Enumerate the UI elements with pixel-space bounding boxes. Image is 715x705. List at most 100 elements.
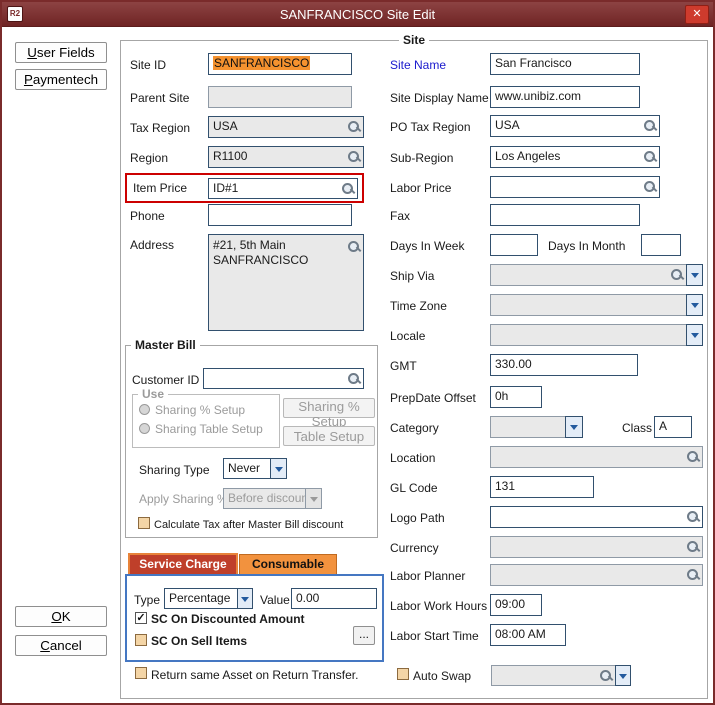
sc-sell-items-ellipsis-button[interactable]: ... [353, 626, 375, 645]
prepdate-offset-input[interactable]: 0h [490, 386, 542, 408]
address-value: #21, 5th Main SANFRANCISCO [213, 235, 308, 268]
address-lookup-magnifier-icon[interactable] [348, 241, 360, 253]
ship-via-lookup-magnifier-icon [671, 269, 683, 281]
site-display-name-label: Site Display Name [390, 91, 489, 105]
auto-swap-lookup-magnifier-icon [600, 670, 612, 682]
sc-type-select[interactable]: Percentage [164, 588, 238, 609]
logo-path-lookup-magnifier-icon[interactable] [687, 511, 699, 523]
logo-path-input[interactable] [490, 506, 703, 528]
region-lookup-magnifier-icon[interactable] [348, 151, 360, 163]
calc-tax-checkbox[interactable] [138, 517, 150, 529]
sharing-table-radio [139, 423, 150, 434]
user-fields-button[interactable]: User Fields [15, 42, 107, 63]
prepdate-offset-value: 0h [495, 389, 508, 403]
close-icon[interactable]: ✕ [685, 5, 709, 24]
site-group-label: Site [399, 33, 429, 47]
auto-swap-input [491, 665, 616, 686]
auto-swap-label: Auto Swap [413, 669, 471, 683]
auto-swap-checkbox[interactable] [397, 668, 409, 680]
sc-type-dropdown-arrow-icon[interactable] [237, 588, 253, 609]
site-id-label: Site ID [130, 58, 166, 72]
tab-service-charge[interactable]: Service Charge [128, 553, 238, 574]
labor-start-time-value: 08:00 AM [495, 627, 546, 641]
auto-swap-dropdown-arrow-icon[interactable] [615, 665, 631, 686]
sharing-type-dropdown-arrow-icon[interactable] [270, 458, 287, 479]
currency-lookup-magnifier-icon [687, 541, 699, 553]
days-in-month-input[interactable] [641, 234, 681, 256]
days-in-week-label: Days In Week [390, 239, 464, 253]
tax-region-label: Tax Region [130, 121, 190, 135]
category-dropdown-arrow-icon[interactable] [565, 416, 583, 438]
location-lookup-magnifier-icon [687, 451, 699, 463]
tax-region-lookup-magnifier-icon[interactable] [348, 121, 360, 133]
sharing-pct-setup-button: Sharing % Setup [283, 398, 375, 418]
gl-code-label: GL Code [390, 481, 438, 495]
locale-label: Locale [390, 329, 425, 343]
sharing-pct-radio-label: Sharing % Setup [155, 403, 245, 417]
currency-input [490, 536, 703, 558]
po-tax-region-label: PO Tax Region [390, 120, 471, 134]
cancel-button[interactable]: Cancel [15, 635, 107, 656]
labor-price-label: Labor Price [390, 181, 451, 195]
gl-code-input[interactable]: 131 [490, 476, 594, 498]
address-textarea[interactable]: #21, 5th Main SANFRANCISCO [208, 234, 364, 331]
customer-id-input[interactable] [203, 368, 364, 389]
tab-consumable[interactable]: Consumable [239, 554, 337, 574]
sub-region-value: Los Angeles [495, 149, 560, 163]
labor-price-input[interactable] [490, 176, 660, 198]
sc-on-discounted-checkbox[interactable]: ✓ [135, 612, 147, 624]
ok-button[interactable]: OK [15, 606, 107, 627]
gmt-label: GMT [390, 359, 417, 373]
sub-region-input[interactable]: Los Angeles [490, 146, 660, 168]
checkmark-icon: ✓ [136, 612, 145, 624]
days-in-week-input[interactable] [490, 234, 538, 256]
fax-input[interactable] [490, 204, 640, 226]
ship-via-dropdown-arrow-icon[interactable] [686, 264, 703, 286]
customer-id-lookup-magnifier-icon[interactable] [348, 373, 360, 385]
sc-on-sell-checkbox[interactable] [135, 634, 147, 646]
prepdate-offset-label: PrepDate Offset [390, 391, 476, 405]
sc-value-value: 0.00 [296, 591, 319, 605]
sharing-type-select[interactable]: Never [223, 458, 271, 479]
item-price-value: ID#1 [213, 181, 238, 195]
apply-sharing-value: Before discount [228, 491, 306, 505]
apply-sharing-select: Before discount [223, 488, 306, 509]
po-tax-region-input[interactable]: USA [490, 115, 660, 137]
sc-on-sell-label: SC On Sell Items [151, 634, 247, 648]
fax-label: Fax [390, 209, 410, 223]
po-tax-region-lookup-magnifier-icon[interactable] [644, 120, 656, 132]
class-label: Class [622, 421, 652, 435]
apply-sharing-dropdown-arrow-icon [305, 488, 322, 509]
time-zone-dropdown-arrow-icon[interactable] [686, 294, 703, 316]
parent-site-input [208, 86, 352, 108]
site-display-name-input[interactable]: www.unibiz.com [490, 86, 640, 108]
labor-work-hours-label: Labor Work Hours [390, 599, 487, 613]
days-in-month-label: Days In Month [548, 239, 625, 253]
item-price-label: Item Price [133, 181, 187, 195]
locale-dropdown-arrow-icon[interactable] [686, 324, 703, 346]
tax-region-input[interactable]: USA [208, 116, 364, 138]
site-name-input[interactable]: San Francisco [490, 53, 640, 75]
paymentech-button[interactable]: Paymentech [15, 69, 107, 90]
po-tax-region-value: USA [495, 118, 520, 132]
sc-type-value: Percentage [169, 591, 230, 605]
region-input[interactable]: R1100 [208, 146, 364, 168]
return-asset-checkbox[interactable] [135, 667, 147, 679]
use-group-label: Use [138, 387, 168, 401]
gmt-input[interactable]: 330.00 [490, 354, 638, 376]
category-select[interactable] [490, 416, 566, 438]
sub-region-lookup-magnifier-icon[interactable] [644, 151, 656, 163]
site-id-input[interactable]: SANFRANCISCO [208, 53, 352, 75]
labor-work-hours-value: 09:00 [495, 597, 525, 611]
labor-work-hours-input[interactable]: 09:00 [490, 594, 542, 616]
labor-price-lookup-magnifier-icon[interactable] [644, 181, 656, 193]
labor-planner-lookup-magnifier-icon [687, 569, 699, 581]
item-price-lookup-magnifier-icon[interactable] [342, 183, 354, 195]
parent-site-label: Parent Site [130, 91, 189, 105]
item-price-input[interactable]: ID#1 [208, 178, 358, 199]
phone-input[interactable] [208, 204, 352, 226]
class-value: A [659, 419, 667, 433]
labor-start-time-input[interactable]: 08:00 AM [490, 624, 566, 646]
class-input[interactable]: A [654, 416, 692, 438]
sc-value-input[interactable]: 0.00 [291, 588, 377, 609]
